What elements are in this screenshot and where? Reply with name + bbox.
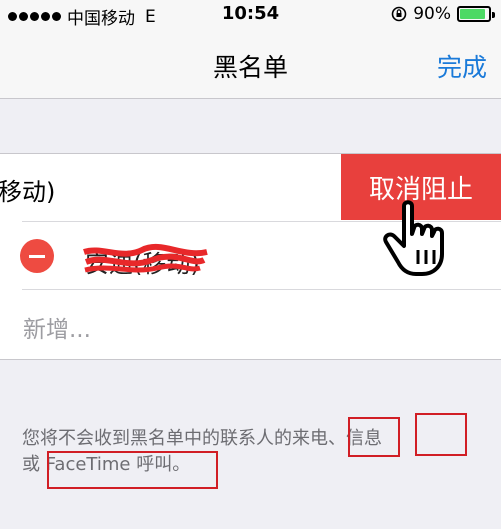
- add-new-row[interactable]: 新增...: [0, 290, 501, 358]
- hand-pointer-icon: [383, 200, 444, 276]
- done-button[interactable]: 完成: [437, 48, 487, 84]
- add-new-label: 新增...: [23, 317, 91, 343]
- redaction-scribble: [83, 243, 208, 273]
- status-right: 90%: [391, 4, 495, 24]
- battery-icon: [457, 6, 495, 22]
- minus-circle-icon[interactable]: [20, 239, 54, 273]
- footer-separator: 、: [328, 428, 346, 449]
- footer-prefix: 您将不会收到黑名单中的联系人的: [22, 428, 292, 449]
- highlight-box-calls: [348, 417, 400, 457]
- status-bar: 中国移动 E 10:54 90%: [0, 0, 501, 30]
- battery-percent: 90%: [413, 4, 451, 24]
- battery-fill: [460, 9, 485, 19]
- page-title: 黑名单: [212, 53, 288, 82]
- highlight-box-messages: [415, 413, 467, 456]
- blocked-contact-name: 移动): [0, 178, 56, 206]
- rotation-lock-icon: [391, 6, 407, 22]
- footer-calls: 来电: [292, 428, 328, 449]
- footer-line-1: 您将不会收到黑名单中的联系人的来电、信息: [22, 426, 482, 452]
- navigation-bar: 黑名单 完成: [0, 30, 501, 99]
- footer-or: 或: [22, 454, 46, 475]
- highlight-box-facetime: [47, 451, 218, 489]
